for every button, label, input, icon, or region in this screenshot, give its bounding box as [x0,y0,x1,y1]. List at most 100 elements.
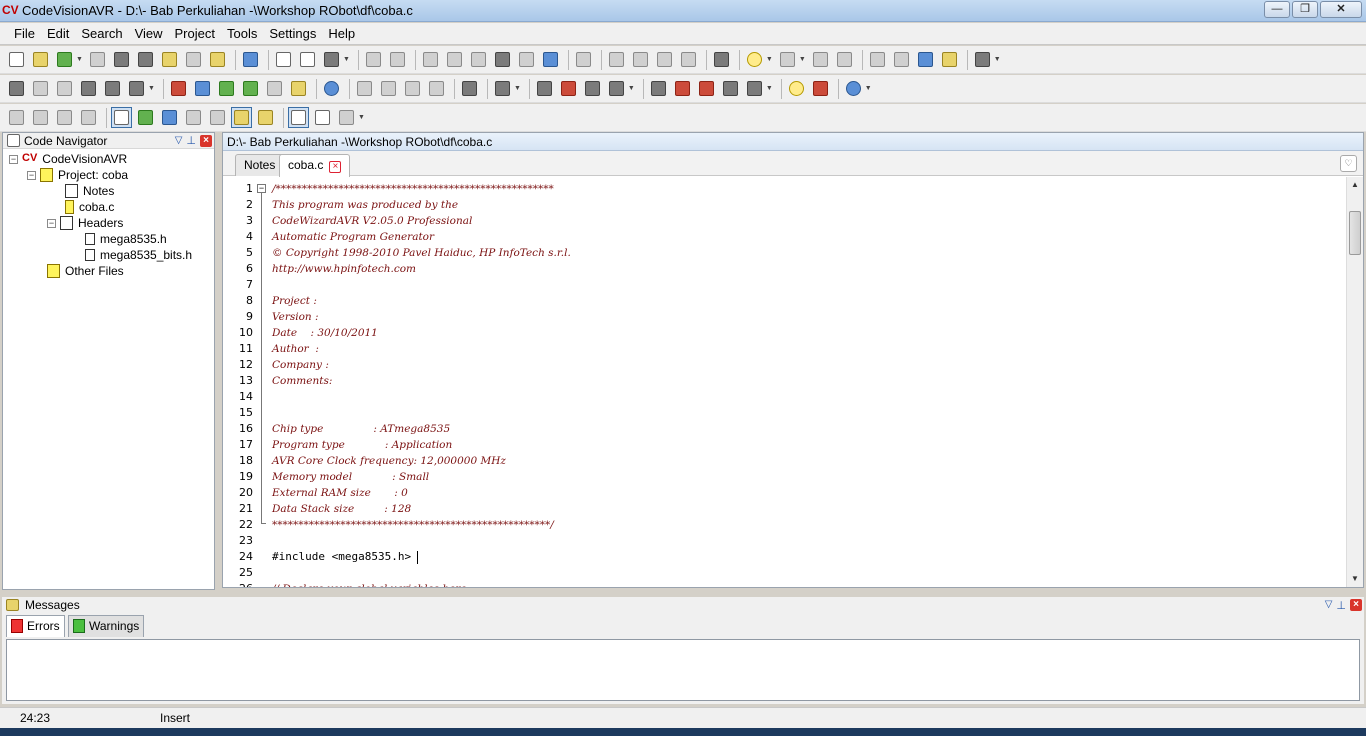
configure-icon[interactable] [459,78,480,99]
brace-icon[interactable] [939,49,960,70]
pin-icon[interactable]: ⊥ [1336,599,1346,612]
tree-item-notes[interactable]: Notes [65,183,114,199]
menu-help[interactable]: Help [322,26,361,41]
build-icon[interactable] [216,78,237,99]
clipboard-history-icon[interactable] [159,107,180,128]
goto-icon[interactable] [126,78,147,99]
tree-item-root[interactable]: − CV CodeVisionAVR [9,151,127,167]
menu-file[interactable]: File [8,26,41,41]
tools-icon[interactable] [492,78,513,99]
align-center-icon[interactable] [378,78,399,99]
print-icon[interactable] [321,49,342,70]
tree-item-headers[interactable]: − Headers [47,215,123,231]
panel-menu-icon[interactable]: ▽ [1325,599,1333,612]
check-syntax-icon[interactable] [168,78,189,99]
function-list-icon[interactable] [183,107,204,128]
print-preview-icon[interactable] [273,49,294,70]
tree-item-project[interactable]: − Project: coba [27,167,128,183]
layout-1-icon[interactable] [288,107,309,128]
chevron-down-icon[interactable]: ▼ [865,85,872,92]
close-window-button[interactable]: ✕ [1320,1,1362,18]
save-icon[interactable] [87,49,108,70]
layout-3-icon[interactable] [336,107,357,128]
code-templates-icon[interactable] [135,107,156,128]
chevron-down-icon[interactable]: ▼ [358,114,365,121]
fold-toggle-icon[interactable]: − [257,184,266,193]
copy-icon[interactable] [444,49,465,70]
scroll-down-icon[interactable]: ▼ [1347,571,1363,587]
messages-toggle-icon[interactable] [231,107,252,128]
minimize-button[interactable]: — [1264,1,1290,18]
lcd-icon[interactable] [648,78,669,99]
align-justify-icon[interactable] [426,78,447,99]
tab-list-menu-icon[interactable]: ♡ [1340,155,1357,172]
menu-settings[interactable]: Settings [263,26,322,41]
save-all-icon[interactable] [111,49,132,70]
tree-item-other-files[interactable]: Other Files [47,263,124,279]
eeprom-icon[interactable] [696,78,717,99]
tree-item-header[interactable]: mega8535.h [85,231,167,247]
tab-warnings[interactable]: Warnings [68,615,145,637]
new-file-icon[interactable] [6,49,27,70]
replace-icon[interactable] [78,78,99,99]
align-right-icon[interactable] [402,78,423,99]
uncomment-icon[interactable] [678,49,699,70]
find-in-files-icon[interactable] [102,78,123,99]
delete-icon[interactable] [516,49,537,70]
scroll-thumb[interactable] [1349,211,1361,255]
fuse-icon[interactable] [672,78,693,99]
comment-icon[interactable] [654,49,675,70]
web-icon[interactable] [843,78,864,99]
help-icon[interactable] [786,78,807,99]
bookmark-prev-icon[interactable] [810,49,831,70]
open-project-icon[interactable] [159,49,180,70]
explorer-icon[interactable] [255,107,276,128]
cv-help-icon[interactable] [810,78,831,99]
build-all-icon[interactable] [240,78,261,99]
project-settings-icon[interactable] [744,78,765,99]
bookmark-toggle-icon[interactable] [744,49,765,70]
navigator-toggle-icon[interactable] [111,107,132,128]
find-next-icon[interactable] [30,78,51,99]
maximize-button[interactable]: ❐ [1292,1,1318,18]
terminal-icon[interactable] [606,78,627,99]
show-whitespace-icon[interactable] [78,107,99,128]
stop-icon[interactable] [264,78,285,99]
open-icon[interactable] [30,49,51,70]
collapse-toggle-icon[interactable]: − [47,218,56,228]
menu-search[interactable]: Search [75,26,128,41]
tree-item-header[interactable]: mega8535_bits.h [85,247,192,263]
vertical-scrollbar[interactable]: ▲ ▼ [1346,177,1363,587]
chevron-down-icon[interactable]: ▼ [148,85,155,92]
split-icon[interactable] [54,107,75,128]
collapse-toggle-icon[interactable]: − [9,154,18,164]
collapse-toggle-icon[interactable]: − [27,170,36,180]
settings-icon[interactable] [720,78,741,99]
chevron-down-icon[interactable]: ▼ [514,85,521,92]
refresh-icon[interactable] [54,49,75,70]
paste-special-icon[interactable] [492,49,513,70]
info-icon[interactable] [321,78,342,99]
save-project-icon[interactable] [207,49,228,70]
tab-coba-c[interactable]: coba.c × [279,154,351,177]
undo-icon[interactable] [363,49,384,70]
indent-icon[interactable] [606,49,627,70]
menu-tools[interactable]: Tools [221,26,263,41]
match-brace-icon[interactable] [891,49,912,70]
close-project-icon[interactable] [183,49,204,70]
redo-icon[interactable] [387,49,408,70]
char-map-icon[interactable] [711,49,732,70]
messages-list[interactable] [6,639,1360,701]
copy-lines-icon[interactable] [207,107,228,128]
scroll-up-icon[interactable]: ▲ [1347,177,1363,193]
clipboard-icon[interactable] [540,49,561,70]
wizard-icon[interactable] [534,78,555,99]
page-setup-icon[interactable] [297,49,318,70]
close-tab-icon[interactable]: × [329,161,342,173]
find-prev-icon[interactable] [54,78,75,99]
paste-icon[interactable] [468,49,489,70]
panel-menu-icon[interactable]: ▽ [175,135,183,146]
print-selection-icon[interactable] [573,49,594,70]
cut-icon[interactable] [420,49,441,70]
bookmark-clear-icon[interactable] [867,49,888,70]
